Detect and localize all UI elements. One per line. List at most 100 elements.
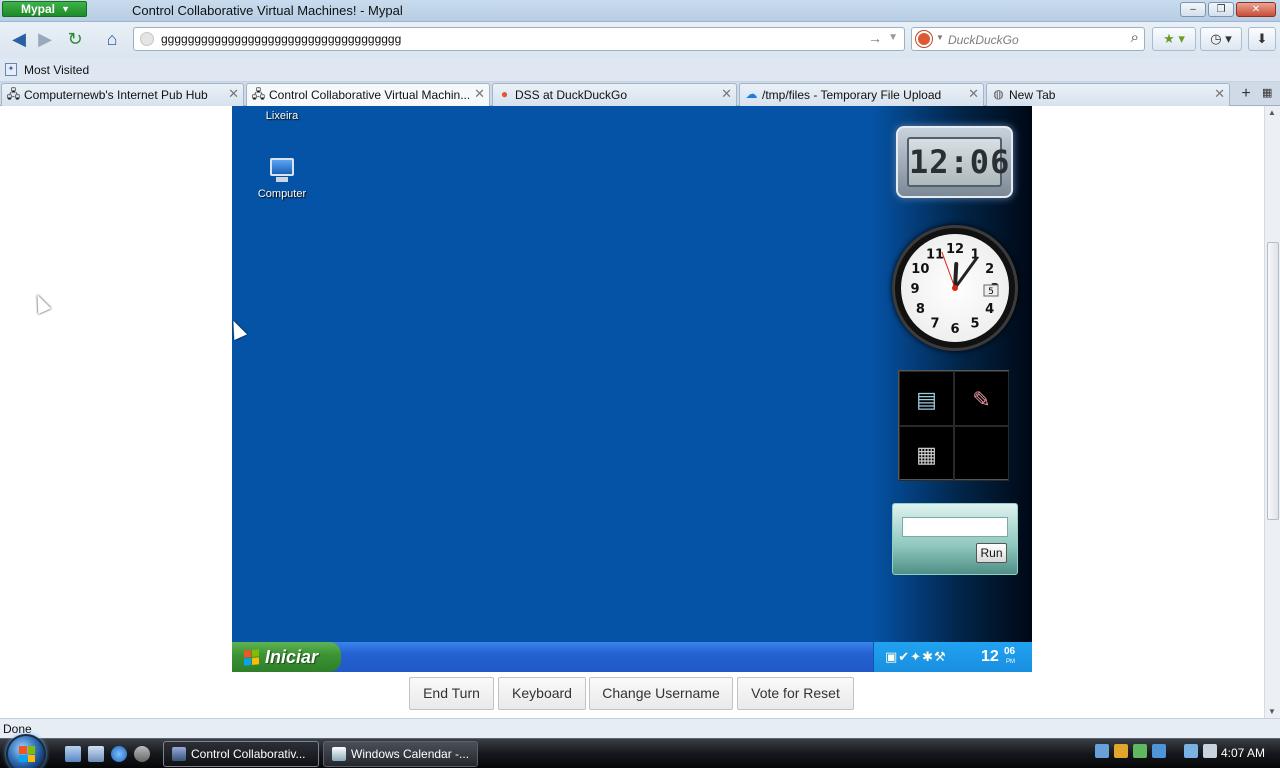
pencil-cup-icon[interactable]: ✎ <box>954 371 1009 426</box>
list-all-tabs-icon[interactable]: ▦ <box>1262 86 1272 99</box>
switch-windows-icon[interactable] <box>88 746 104 762</box>
vote-reset-button[interactable]: Vote for Reset <box>737 677 854 710</box>
clock-numeral: 10 <box>911 262 929 277</box>
update-icon[interactable] <box>1133 744 1147 758</box>
vm-icon <box>172 747 186 761</box>
tab-file-upload[interactable]: ☁ /tmp/files - Temporary File Upload ✕ <box>739 83 984 106</box>
url-dropdown-icon[interactable]: ▼ <box>888 32 898 43</box>
engine-dropdown-icon[interactable]: ▼ <box>936 33 944 42</box>
tab-label: /tmp/files - Temporary File Upload <box>762 88 942 102</box>
scroll-up-icon[interactable]: ▲ <box>1268 108 1276 117</box>
close-tab-icon[interactable]: ✕ <box>1214 86 1225 102</box>
scrollbar-thumb[interactable] <box>1267 242 1279 520</box>
cloud-upload-icon: ☁ <box>745 87 758 101</box>
back-icon[interactable]: ◀ <box>6 27 32 51</box>
desktop-icon-label: Lixeira <box>265 110 299 122</box>
clock-numeral: 12 <box>946 242 964 257</box>
tab-label: Control Collaborative Virtual Machin... <box>269 88 469 102</box>
windows-logo-icon <box>19 746 35 762</box>
task-label: Windows Calendar -... <box>351 747 470 761</box>
tray-clock-minutes: 06 <box>1004 646 1016 657</box>
taskbar-item-browser[interactable]: Control Collaborativ... <box>163 741 319 767</box>
duckduckgo-icon[interactable] <box>916 31 932 47</box>
vm-icon: 🖧 <box>6 87 21 101</box>
navigation-toolbar: ◀ ▶ ↻ ⌂ gggggggggggggggggggggggggggggggg… <box>0 22 1280 58</box>
bookmark-most-visited[interactable]: Most Visited <box>24 63 89 77</box>
new-tab-button[interactable]: + <box>1235 84 1257 104</box>
forward-icon[interactable]: ▶ <box>32 27 58 51</box>
keyboard-button[interactable]: Keyboard <box>498 677 586 710</box>
desktop-icon-label: Computer <box>257 188 307 200</box>
tab-new-tab[interactable]: ◍ New Tab ✕ <box>986 83 1230 106</box>
clock-numeral: 9 <box>910 282 919 297</box>
home-icon[interactable]: ⌂ <box>99 27 125 51</box>
browser-quicklaunch-icon[interactable] <box>134 746 150 762</box>
go-arrow-icon[interactable]: → <box>868 30 882 46</box>
close-tab-icon[interactable]: ✕ <box>474 86 485 102</box>
search-bar[interactable]: ▼ DuckDuckGo ⌕ <box>911 27 1145 51</box>
search-placeholder: DuckDuckGo <box>948 33 1019 47</box>
clock-numeral: 8 <box>916 302 925 317</box>
digital-clock-gadget[interactable]: 12:06 <box>896 126 1013 198</box>
status-bar: Done <box>0 718 1280 738</box>
show-desktop-icon[interactable] <box>65 746 81 762</box>
reload-icon[interactable]: ↻ <box>62 27 88 51</box>
clock-date: 5 <box>988 287 994 297</box>
close-tab-icon[interactable]: ✕ <box>721 86 732 102</box>
analog-clock-gadget[interactable]: 1234567891011125 <box>892 225 1018 351</box>
tab-control-vms[interactable]: 🖧 Control Collaborative Virtual Machin..… <box>246 83 490 107</box>
tray-app-icon[interactable] <box>1152 744 1166 758</box>
close-tab-icon[interactable]: ✕ <box>968 86 979 102</box>
close-button[interactable]: ✕ <box>1236 2 1276 17</box>
start-orb[interactable] <box>6 734 46 768</box>
internet-explorer-icon[interactable] <box>111 746 127 762</box>
clock-numeral: 4 <box>985 302 994 317</box>
minimize-button[interactable]: – <box>1180 2 1206 17</box>
gadget-gallery[interactable]: ▤ ✎ ▦ <box>898 370 1009 481</box>
download-icon[interactable]: ⬇ <box>1248 27 1276 51</box>
mouse-cursor-icon <box>30 291 52 315</box>
close-tab-icon[interactable]: ✕ <box>228 86 239 102</box>
run-button[interactable]: Run <box>976 543 1007 563</box>
tray-clock-hour: 12 <box>981 648 999 665</box>
vm-taskbar: Iniciar ▣✔✦✱⚒ 12 06 PM <box>232 642 1032 672</box>
bookmark-folder-icon: ✦ <box>5 63 17 76</box>
window-title: Control Collaborative Virtual Machines! … <box>132 3 403 18</box>
tab-duckduckgo[interactable]: ● DSS at DuckDuckGo ✕ <box>492 83 737 106</box>
volume-muted-icon[interactable] <box>1203 744 1217 758</box>
desktop-icon-computer[interactable]: Computer <box>242 156 322 200</box>
tray-icons[interactable]: ▣✔✦✱⚒ <box>885 649 947 665</box>
calculator-icon[interactable]: ▦ <box>899 426 954 481</box>
site-identity-icon[interactable] <box>140 32 154 46</box>
tab-computernewb[interactable]: 🖧 Computernewb's Internet Pub Hub ✕ <box>1 83 244 106</box>
run-input[interactable] <box>902 517 1008 537</box>
page-content: Lixeira Computer 12:06 1234567891011125 … <box>0 106 1264 718</box>
restore-button[interactable]: ❐ <box>1208 2 1234 17</box>
os-clock[interactable]: 4:07 AM <box>1221 746 1265 760</box>
desktop-icon-lixeira[interactable]: Lixeira <box>242 110 322 122</box>
taskbar-item-calendar[interactable]: Windows Calendar -... <box>323 741 478 767</box>
digital-clock-time: 12:06 <box>907 137 1009 187</box>
change-username-button[interactable]: Change Username <box>589 677 733 710</box>
tab-label: DSS at DuckDuckGo <box>515 88 628 102</box>
network-status-icon[interactable] <box>1184 744 1198 758</box>
url-text[interactable]: gggggggggggggggggggggggggggggggggggg <box>161 32 401 46</box>
vm-screen[interactable]: Lixeira Computer 12:06 1234567891011125 … <box>232 106 1032 672</box>
bookmark-star-icon[interactable]: ★ ▾ <box>1152 27 1196 51</box>
start-button[interactable]: Iniciar <box>232 642 341 672</box>
end-turn-button[interactable]: End Turn <box>409 677 494 710</box>
clock-hands: 1234567891011125 <box>910 242 999 337</box>
app-menu-button[interactable]: Mypal ▼ <box>2 1 87 17</box>
scroll-down-icon[interactable]: ▼ <box>1268 707 1276 716</box>
history-icon[interactable]: ◷ ▾ <box>1200 27 1242 51</box>
start-label: Iniciar <box>265 647 319 667</box>
vertical-scrollbar[interactable]: ▲ ▼ <box>1264 106 1280 718</box>
network-icon[interactable] <box>1095 744 1109 758</box>
security-shield-icon[interactable] <box>1114 744 1128 758</box>
browser-window: Mypal ▼ Control Collaborative Virtual Ma… <box>0 0 1280 768</box>
url-bar[interactable]: gggggggggggggggggggggggggggggggggggg → ▼ <box>133 27 905 51</box>
notepad-icon[interactable]: ▤ <box>899 371 954 426</box>
duckduckgo-icon: ● <box>500 87 509 101</box>
search-icon[interactable]: ⌕ <box>1131 29 1139 46</box>
vm-system-tray: ▣✔✦✱⚒ 12 06 PM <box>873 642 1032 672</box>
